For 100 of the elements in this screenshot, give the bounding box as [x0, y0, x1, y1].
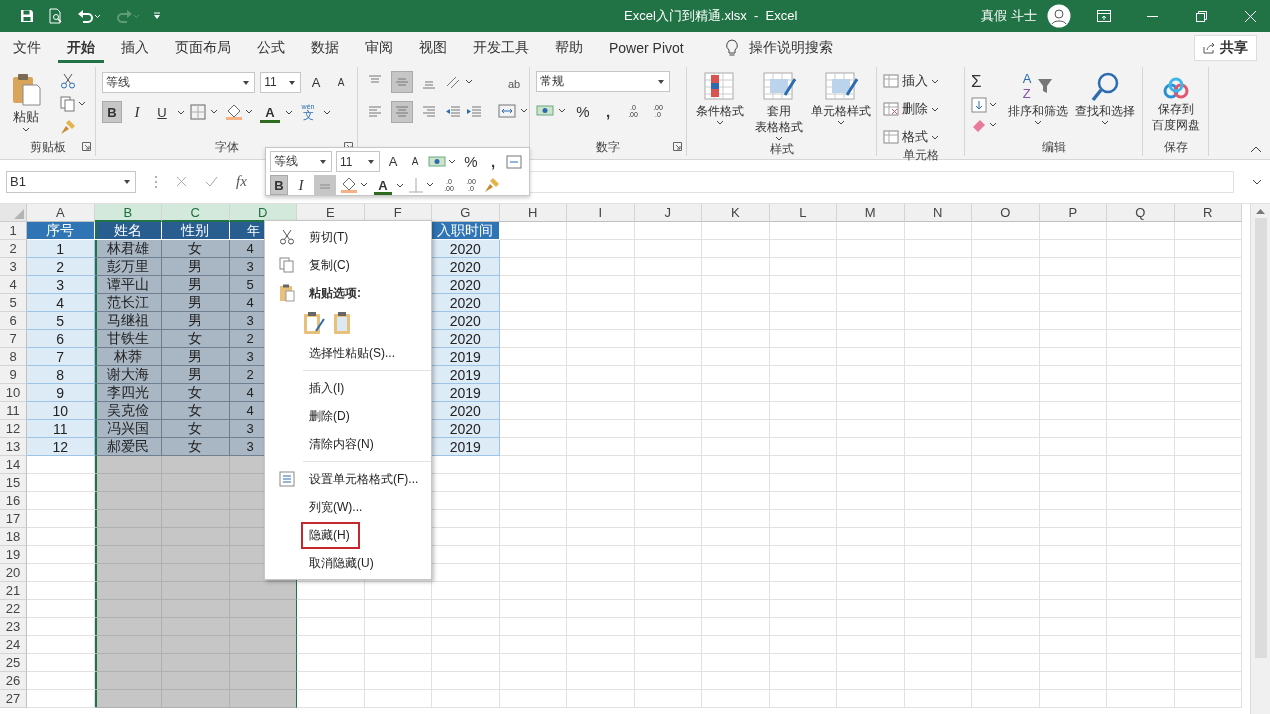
- row-header[interactable]: 24: [0, 636, 27, 654]
- row-header[interactable]: 13: [0, 438, 27, 456]
- insert-button[interactable]: 插入: [883, 71, 958, 91]
- row-header[interactable]: 25: [0, 654, 27, 672]
- wrap-text-button[interactable]: ab: [498, 73, 530, 95]
- underline-button[interactable]: U: [152, 101, 172, 123]
- shrink-font-button[interactable]: A: [331, 71, 351, 93]
- cell-styles-button[interactable]: 单元格样式: [812, 71, 870, 141]
- column-header[interactable]: I: [567, 204, 635, 222]
- tell-me-search[interactable]: 操作说明搜索: [748, 39, 833, 57]
- font-name-field[interactable]: 等线: [102, 71, 256, 93]
- row-header[interactable]: 19: [0, 546, 27, 564]
- grow-font-button[interactable]: A: [384, 151, 402, 172]
- ribbon-tab[interactable]: 视图: [410, 33, 456, 63]
- percent-button[interactable]: %: [462, 151, 480, 172]
- ribbon-tab[interactable]: 插入: [112, 33, 158, 63]
- menu-item[interactable]: 取消隐藏(U): [265, 549, 431, 577]
- row-header[interactable]: 21: [0, 582, 27, 600]
- indent-icon[interactable]: [466, 105, 482, 119]
- row-header[interactable]: 14: [0, 456, 27, 474]
- row-header[interactable]: 6: [0, 312, 27, 330]
- row-header[interactable]: 1: [0, 222, 27, 240]
- row-header[interactable]: 15: [0, 474, 27, 492]
- font-color-button[interactable]: A: [374, 175, 392, 195]
- bold-button[interactable]: B: [270, 175, 288, 195]
- currency-icon[interactable]: [428, 153, 458, 170]
- cut-icon[interactable]: [60, 73, 76, 89]
- comma-style-button[interactable]: ,: [484, 151, 502, 172]
- column-header[interactable]: R: [1174, 204, 1242, 222]
- outdent-icon[interactable]: [445, 105, 461, 119]
- font-color-button[interactable]: A: [260, 101, 280, 123]
- collapse-ribbon-icon[interactable]: [1250, 146, 1262, 153]
- avatar[interactable]: [1047, 4, 1071, 28]
- dialog-launcher-icon[interactable]: [673, 142, 682, 151]
- autosum-button[interactable]: Σ: [971, 71, 999, 93]
- insert-function-button[interactable]: fx: [236, 173, 247, 190]
- font-name-field[interactable]: 等线: [270, 151, 332, 172]
- row-header[interactable]: 17: [0, 510, 27, 528]
- row-header[interactable]: 26: [0, 672, 27, 690]
- ribbon-tab[interactable]: 数据: [302, 33, 348, 63]
- scroll-up-icon[interactable]: [1256, 208, 1265, 214]
- menu-item[interactable]: 列宽(W)...: [265, 493, 431, 521]
- row-header[interactable]: 12: [0, 420, 27, 438]
- row-header[interactable]: 10: [0, 384, 27, 402]
- column-header[interactable]: M: [837, 204, 905, 222]
- column-header[interactable]: C: [162, 204, 230, 222]
- format-button[interactable]: 格式: [883, 127, 958, 147]
- column-header[interactable]: K: [702, 204, 770, 222]
- ribbon-tab[interactable]: 页面布局: [166, 33, 240, 63]
- close-icon[interactable]: [1245, 10, 1256, 22]
- menu-item[interactable]: 隐藏(H): [265, 521, 431, 549]
- row-header[interactable]: 5: [0, 294, 27, 312]
- font-size-field[interactable]: 11: [260, 71, 301, 93]
- restore-icon[interactable]: [1196, 10, 1207, 22]
- row-header[interactable]: 20: [0, 564, 27, 582]
- column-header[interactable]: Q: [1107, 204, 1175, 222]
- copy-icon[interactable]: [60, 96, 86, 112]
- row-header[interactable]: 18: [0, 528, 27, 546]
- row-header[interactable]: 11: [0, 402, 27, 420]
- ribbon-tab[interactable]: 审阅: [356, 33, 402, 63]
- sort-filter-button[interactable]: A Z 排序和筛选: [1007, 71, 1069, 138]
- comma-style-button[interactable]: ,: [598, 100, 618, 122]
- format-as-table-button[interactable]: 套用 表格格式: [752, 71, 806, 141]
- merge-center-icon[interactable]: [498, 103, 530, 119]
- ribbon-tab[interactable]: 文件: [4, 33, 50, 63]
- format-painter-icon[interactable]: [484, 177, 500, 193]
- lightbulb-icon[interactable]: [724, 39, 739, 57]
- conditional-format-button[interactable]: 条件格式: [693, 71, 747, 141]
- ribbon-tab[interactable]: 帮助: [546, 33, 592, 63]
- dialog-launcher-icon[interactable]: [82, 142, 91, 151]
- menu-item[interactable]: 设置单元格格式(F)...: [265, 465, 431, 493]
- paste-button[interactable]: 粘贴: [6, 71, 46, 138]
- number-format-field[interactable]: 常规: [536, 71, 670, 92]
- format-painter-icon[interactable]: [60, 119, 76, 135]
- row-header[interactable]: 3: [0, 258, 27, 276]
- paste-values-icon[interactable]: [333, 311, 351, 335]
- find-select-button[interactable]: 查找和选择: [1074, 71, 1136, 138]
- vertical-scrollbar[interactable]: [1250, 204, 1270, 714]
- fill-color-icon[interactable]: [340, 176, 370, 194]
- fill-color-icon[interactable]: [225, 103, 255, 121]
- italic-button[interactable]: I: [292, 175, 310, 195]
- column-header[interactable]: J: [634, 204, 702, 222]
- row-header[interactable]: 7: [0, 330, 27, 348]
- row-header[interactable]: 2: [0, 240, 27, 258]
- column-header[interactable]: B: [94, 204, 162, 222]
- undo-icon[interactable]: [77, 9, 101, 23]
- column-header[interactable]: A: [27, 204, 95, 222]
- expand-formula-icon[interactable]: [1252, 178, 1262, 185]
- save-icon[interactable]: [20, 9, 34, 23]
- column-header[interactable]: N: [904, 204, 972, 222]
- percent-button[interactable]: %: [573, 100, 593, 122]
- row-header[interactable]: 4: [0, 276, 27, 294]
- caret-icon[interactable]: [177, 109, 185, 115]
- column-header[interactable]: G: [432, 204, 500, 222]
- paste-icon[interactable]: [303, 311, 325, 335]
- share-button[interactable]: 共享: [1194, 35, 1257, 61]
- caret-icon[interactable]: [396, 182, 404, 188]
- ribbon-tab[interactable]: 开始: [58, 33, 104, 63]
- column-header[interactable]: H: [499, 204, 567, 222]
- fill-down-icon[interactable]: [971, 97, 999, 113]
